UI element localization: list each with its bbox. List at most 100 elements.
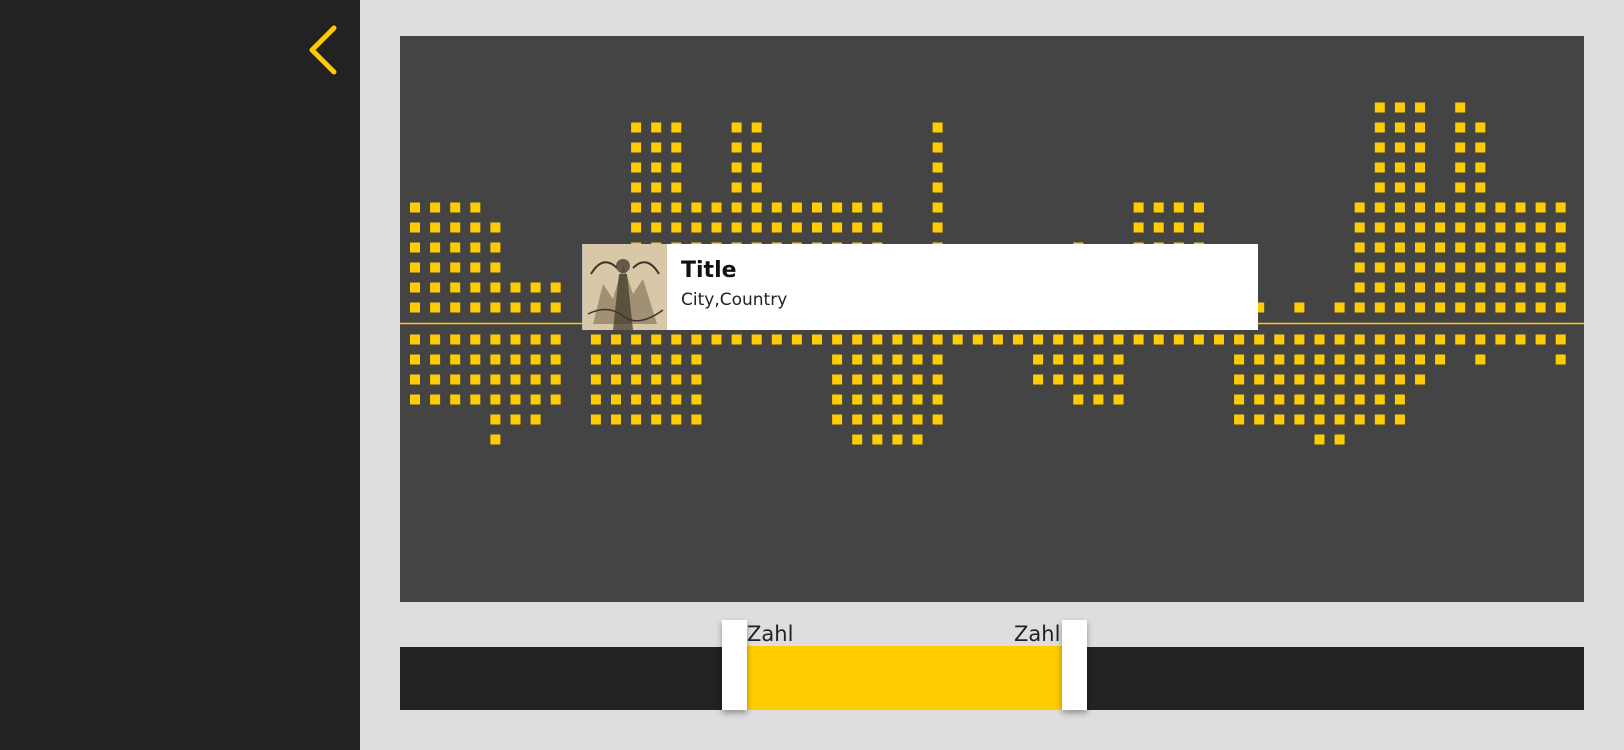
data-dot-up[interactable] <box>1455 202 1466 213</box>
data-dot-down[interactable] <box>1294 374 1305 385</box>
data-dot-down[interactable] <box>1073 394 1084 405</box>
data-dot-down[interactable] <box>892 334 903 345</box>
data-dot-down[interactable] <box>1013 334 1023 345</box>
data-dot-down[interactable] <box>1274 374 1285 385</box>
data-dot-down[interactable] <box>1093 374 1104 385</box>
data-dot-up[interactable] <box>1415 162 1425 173</box>
data-dot-up[interactable] <box>1394 262 1405 273</box>
data-dot-up[interactable] <box>1455 262 1466 273</box>
data-dot-down[interactable] <box>1435 334 1446 345</box>
data-dot-down[interactable] <box>631 354 642 365</box>
data-dot-up[interactable] <box>872 202 883 213</box>
data-dot-down[interactable] <box>671 394 682 405</box>
data-dot-down[interactable] <box>832 354 843 365</box>
data-dot-up[interactable] <box>490 222 501 233</box>
data-dot-down[interactable] <box>992 334 1003 345</box>
data-dot-up[interactable] <box>1535 262 1546 273</box>
data-dot-down[interactable] <box>1394 374 1405 385</box>
data-dot-down[interactable] <box>1394 414 1405 425</box>
data-dot-down[interactable] <box>1374 334 1385 345</box>
data-dot-down[interactable] <box>510 354 521 365</box>
data-dot-down[interactable] <box>912 354 923 365</box>
data-dot-up[interactable] <box>631 162 642 173</box>
data-dot-up[interactable] <box>631 182 642 193</box>
data-dot-up[interactable] <box>1555 202 1566 213</box>
data-dot-up[interactable] <box>1535 222 1546 233</box>
data-dot-down[interactable] <box>932 374 943 385</box>
data-dot-down[interactable] <box>1354 374 1365 385</box>
data-dot-up[interactable] <box>1455 282 1466 293</box>
data-dot-down[interactable] <box>550 394 561 405</box>
data-dot-down[interactable] <box>972 334 983 345</box>
data-dot-up[interactable] <box>1555 282 1566 293</box>
data-dot-down[interactable] <box>530 334 541 345</box>
data-dot-down[interactable] <box>912 414 923 425</box>
data-dot-up[interactable] <box>1475 262 1486 273</box>
data-dot-down[interactable] <box>550 374 561 385</box>
data-dot-down[interactable] <box>430 354 441 365</box>
data-dot-up[interactable] <box>932 162 943 173</box>
data-dot-down[interactable] <box>1294 414 1305 425</box>
data-dot-down[interactable] <box>450 334 461 345</box>
data-dot-up[interactable] <box>470 242 481 253</box>
data-dot-up[interactable] <box>1475 162 1486 173</box>
data-dot-down[interactable] <box>1254 334 1265 345</box>
data-dot-up[interactable] <box>430 202 441 213</box>
data-dot-up[interactable] <box>1153 202 1164 213</box>
data-dot-down[interactable] <box>892 434 903 445</box>
data-dot-up[interactable] <box>1394 162 1405 173</box>
data-dot-up[interactable] <box>1415 202 1425 213</box>
data-dot-down[interactable] <box>852 334 863 345</box>
data-dot-down[interactable] <box>1415 334 1425 345</box>
data-dot-down[interactable] <box>1093 354 1104 365</box>
data-dot-down[interactable] <box>1153 334 1164 345</box>
data-dot-up[interactable] <box>1415 102 1425 113</box>
data-dot-up[interactable] <box>430 302 441 313</box>
data-dot-up[interactable] <box>1475 142 1486 153</box>
data-dot-up[interactable] <box>1475 182 1486 193</box>
data-dot-up[interactable] <box>1374 222 1385 233</box>
data-dot-down[interactable] <box>1033 374 1044 385</box>
data-dot-down[interactable] <box>892 374 903 385</box>
data-dot-up[interactable] <box>691 222 702 233</box>
data-dot-up[interactable] <box>751 182 762 193</box>
data-dot-down[interactable] <box>631 374 642 385</box>
data-dot-up[interactable] <box>1455 102 1466 113</box>
data-dot-up[interactable] <box>1535 202 1546 213</box>
data-dot-down[interactable] <box>490 374 501 385</box>
data-dot-up[interactable] <box>1435 282 1446 293</box>
data-dot-down[interactable] <box>450 354 461 365</box>
data-dot-down[interactable] <box>1113 394 1124 405</box>
range-selection[interactable] <box>747 646 1062 710</box>
tooltip-card[interactable]: Title City,Country <box>582 244 1258 330</box>
data-dot-up[interactable] <box>1394 142 1405 153</box>
data-dot-up[interactable] <box>1455 302 1466 313</box>
data-dot-up[interactable] <box>1435 262 1446 273</box>
data-dot-up[interactable] <box>1374 162 1385 173</box>
data-dot-up[interactable] <box>1415 262 1425 273</box>
data-dot-up[interactable] <box>1153 222 1164 233</box>
data-dot-down[interactable] <box>1274 414 1285 425</box>
data-dot-down[interactable] <box>691 334 702 345</box>
data-dot-up[interactable] <box>832 222 843 233</box>
data-dot-up[interactable] <box>751 202 762 213</box>
data-dot-up[interactable] <box>1555 262 1566 273</box>
data-dot-down[interactable] <box>530 414 541 425</box>
data-dot-down[interactable] <box>1394 394 1405 405</box>
data-dot-up[interactable] <box>550 282 561 293</box>
data-dot-down[interactable] <box>1173 334 1184 345</box>
data-dot-down[interactable] <box>1113 334 1124 345</box>
data-dot-down[interactable] <box>1394 334 1405 345</box>
data-dot-down[interactable] <box>611 414 621 425</box>
data-dot-down[interactable] <box>892 414 903 425</box>
data-dot-up[interactable] <box>1475 202 1486 213</box>
data-dot-down[interactable] <box>490 354 501 365</box>
data-dot-down[interactable] <box>430 394 441 405</box>
data-dot-down[interactable] <box>1093 334 1104 345</box>
data-dot-down[interactable] <box>611 374 621 385</box>
data-dot-up[interactable] <box>1193 222 1204 233</box>
data-dot-up[interactable] <box>751 142 762 153</box>
data-dot-down[interactable] <box>430 334 441 345</box>
data-dot-up[interactable] <box>1374 102 1385 113</box>
data-dot-down[interactable] <box>852 354 863 365</box>
